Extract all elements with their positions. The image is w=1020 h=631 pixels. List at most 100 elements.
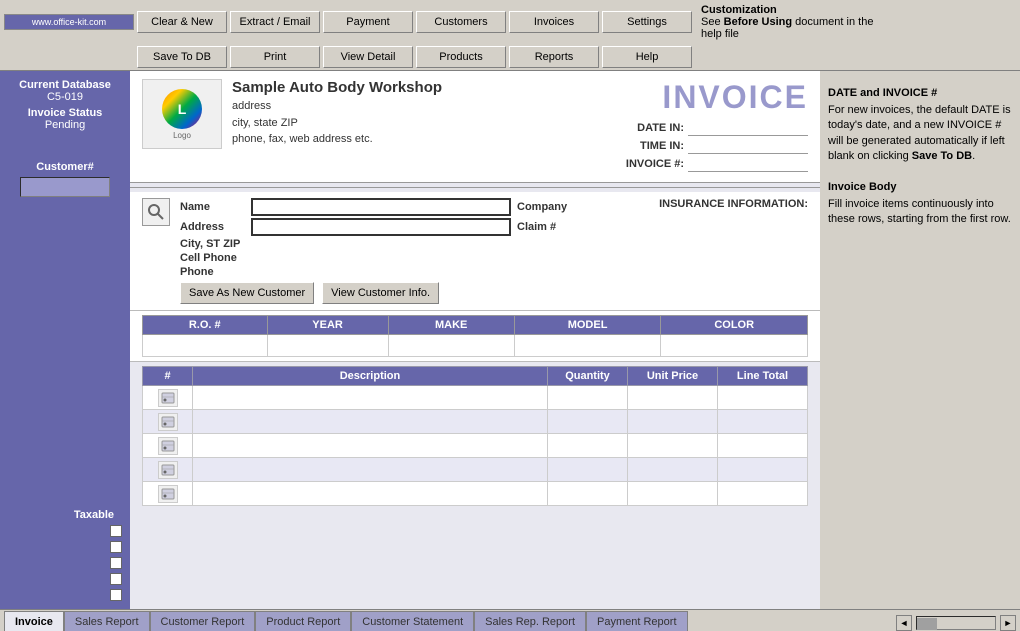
invoice-item-icon-1[interactable] [158,413,178,431]
tab-invoice[interactable]: Invoice [4,611,64,631]
tab-scroll-track[interactable] [916,616,996,630]
invoice-qty-cell-4[interactable] [548,482,628,506]
reports-button[interactable]: Reports [509,46,599,68]
content-area: L Logo Sample Auto Body Workshop address… [130,71,820,609]
vehicle-color-cell[interactable] [661,335,808,357]
customer-search-button[interactable] [142,198,170,226]
customer-form: Name Company Address Claim # City, ST ZI… [180,198,649,304]
taxable-checkbox-2[interactable] [110,541,122,553]
customer-number-input[interactable] [20,177,110,197]
taxable-row-4 [110,573,122,585]
invoices-button[interactable]: Invoices [509,11,599,33]
taxable-checkbox-5[interactable] [110,589,122,601]
invoice-row [143,458,808,482]
customer-name-input[interactable] [251,198,511,216]
tab-next-button[interactable]: ► [1000,615,1016,631]
invoice-row [143,482,808,506]
invoice-price-cell-4[interactable] [628,482,718,506]
invoice-num-label: INVOICE #: [626,158,684,170]
view-customer-info-button[interactable]: View Customer Info. [322,282,439,304]
invoice-qty-cell-1[interactable] [548,410,628,434]
insurance-section: INSURANCE INFORMATION: [659,198,808,214]
help-button[interactable]: Help [602,46,692,68]
invoice-item-icon-2[interactable] [158,437,178,455]
invoice-num-value[interactable] [688,156,808,172]
taxable-checkbox-1[interactable] [110,525,122,537]
current-db-value: C5-019 [47,91,83,103]
vehicle-table-section: R.O. # YEAR MAKE MODEL COLOR [130,311,820,362]
company-city-state: city, state ZIP [232,115,606,132]
invoice-item-icon-0[interactable] [158,389,178,407]
date-in-value[interactable] [688,120,808,136]
tab-sales-rep.-report[interactable]: Sales Rep. Report [474,611,586,631]
vehicle-year-cell[interactable] [267,335,388,357]
vehicle-make-cell[interactable] [388,335,514,357]
vehicle-ro-cell[interactable] [143,335,268,357]
site-logo: www.office-kit.com [4,14,134,30]
invoice-item-icon-cell-1 [143,410,193,434]
invoice-total-cell-3[interactable] [718,458,808,482]
invoice-desc-cell-2[interactable] [193,434,548,458]
invoice-col-num: # [143,367,193,386]
company-label: Company [517,201,567,213]
view-detail-button[interactable]: View Detail [323,46,413,68]
invoice-desc-cell-1[interactable] [193,410,548,434]
invoice-item-icon-3[interactable] [158,461,178,479]
invoice-total-cell-2[interactable] [718,434,808,458]
vehicle-col-year: YEAR [267,316,388,335]
invoice-price-cell-3[interactable] [628,458,718,482]
tab-customer-report[interactable]: Customer Report [150,611,256,631]
save-to-db-button[interactable]: Save To DB [137,46,227,68]
invoice-item-icon-cell-4 [143,482,193,506]
tab-product-report[interactable]: Product Report [255,611,351,631]
taxable-checkbox-4[interactable] [110,573,122,585]
invoice-price-cell-1[interactable] [628,410,718,434]
taxable-row-2 [110,541,122,553]
print-button[interactable]: Print [230,46,320,68]
invoice-qty-cell-2[interactable] [548,434,628,458]
invoice-total-cell-1[interactable] [718,410,808,434]
tab-sales-report[interactable]: Sales Report [64,611,150,631]
invoice-qty-cell-3[interactable] [548,458,628,482]
invoice-desc-cell-3[interactable] [193,458,548,482]
extract-email-button[interactable]: Extract / Email [230,11,320,33]
taxable-row-1 [110,525,122,537]
invoice-desc-cell-4[interactable] [193,482,548,506]
invoice-item-icon-cell-3 [143,458,193,482]
time-in-value[interactable] [688,138,808,154]
vehicle-col-color: COLOR [661,316,808,335]
taxable-checkbox-3[interactable] [110,557,122,569]
company-name: Sample Auto Body Workshop [232,79,606,96]
clear-new-button[interactable]: Clear & New [137,11,227,33]
invoice-desc-cell-0[interactable] [193,386,548,410]
vehicle-model-cell[interactable] [514,335,661,357]
tab-payment-report[interactable]: Payment Report [586,611,687,631]
tab-prev-button[interactable]: ◄ [896,615,912,631]
customer-address-input[interactable] [251,218,511,236]
invoice-price-cell-0[interactable] [628,386,718,410]
tab-navigation: ◄ ► [896,615,1016,631]
invoice-total-cell-0[interactable] [718,386,808,410]
invoice-price-cell-2[interactable] [628,434,718,458]
body-help-title: Invoice Body [828,181,1012,193]
invoice-col-price: Unit Price [628,367,718,386]
date-help-text: For new invoices, the default DATE is to… [828,103,1012,165]
vehicle-table: R.O. # YEAR MAKE MODEL COLOR [142,315,808,357]
search-icon [147,203,165,221]
invoice-header: L Logo Sample Auto Body Workshop address… [130,71,820,183]
invoice-item-icon-4[interactable] [158,485,178,503]
invoice-row [143,410,808,434]
settings-button[interactable]: Settings [602,11,692,33]
claim-label: Claim # [517,221,556,233]
save-new-customer-button[interactable]: Save As New Customer [180,282,314,304]
name-label: Name [180,201,245,213]
products-button[interactable]: Products [416,46,506,68]
tab-scroll-thumb [917,618,937,630]
tab-customer-statement[interactable]: Customer Statement [351,611,474,631]
customers-button[interactable]: Customers [416,11,506,33]
date-help-title: DATE and INVOICE # [828,87,1012,99]
invoice-qty-cell-0[interactable] [548,386,628,410]
invoice-total-cell-4[interactable] [718,482,808,506]
time-in-label: TIME IN: [640,140,684,152]
payment-button[interactable]: Payment [323,11,413,33]
